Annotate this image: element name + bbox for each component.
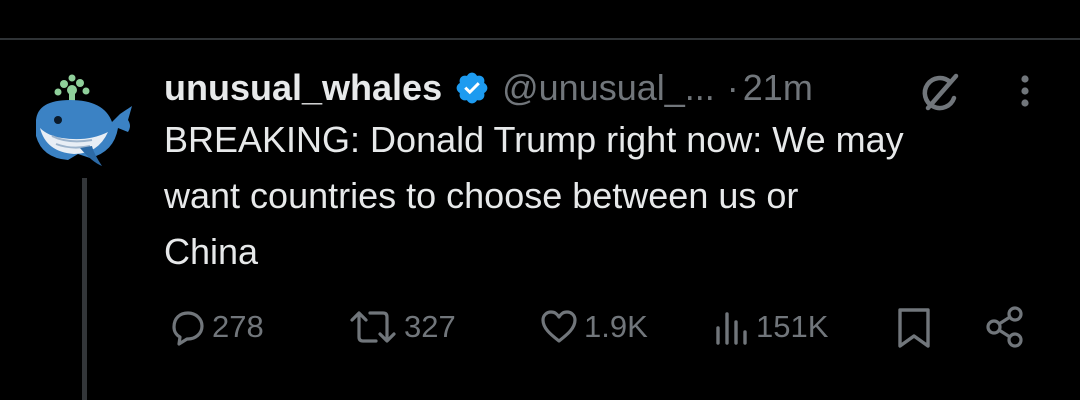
tweet-text: BREAKING: Donald Trump right now: We may… <box>164 112 1044 280</box>
grok-icon[interactable] <box>916 70 962 116</box>
separator-dot: · <box>726 67 739 108</box>
views-count: 151K <box>756 309 829 344</box>
like-count: 1.9K <box>584 309 648 344</box>
handle[interactable]: @unusual_... <box>502 67 715 109</box>
like-button[interactable]: 1.9K <box>538 304 648 350</box>
tweet-text-line: China <box>164 231 259 272</box>
views-icon <box>716 312 747 345</box>
tweet-header: unusual_whales @unusual_... · 21m <box>164 62 813 114</box>
tweet-text-line: want countries to choose between us or <box>164 175 799 216</box>
views-button[interactable]: 151K <box>712 304 828 350</box>
display-name[interactable]: unusual_whales <box>164 67 442 109</box>
top-divider <box>0 38 1080 40</box>
repost-icon <box>350 311 396 343</box>
tweet-text-line: BREAKING: Donald Trump right now: We may <box>164 119 904 160</box>
timestamp[interactable]: 21m <box>743 67 813 109</box>
whale-avatar-icon <box>36 74 132 166</box>
verified-badge-icon <box>456 72 488 104</box>
bookmark-button[interactable] <box>890 304 938 350</box>
reply-icon <box>172 311 204 346</box>
reply-count: 278 <box>212 309 264 344</box>
share-icon <box>986 306 1023 348</box>
like-icon <box>541 310 577 343</box>
avatar[interactable] <box>28 70 140 182</box>
more-icon[interactable] <box>1012 68 1038 114</box>
thread-line <box>82 178 87 400</box>
reply-button[interactable]: 278 <box>166 304 264 350</box>
repost-button[interactable]: 327 <box>346 304 456 350</box>
repost-count: 327 <box>404 309 456 344</box>
bookmark-icon <box>898 308 930 348</box>
share-button[interactable] <box>984 304 1026 350</box>
